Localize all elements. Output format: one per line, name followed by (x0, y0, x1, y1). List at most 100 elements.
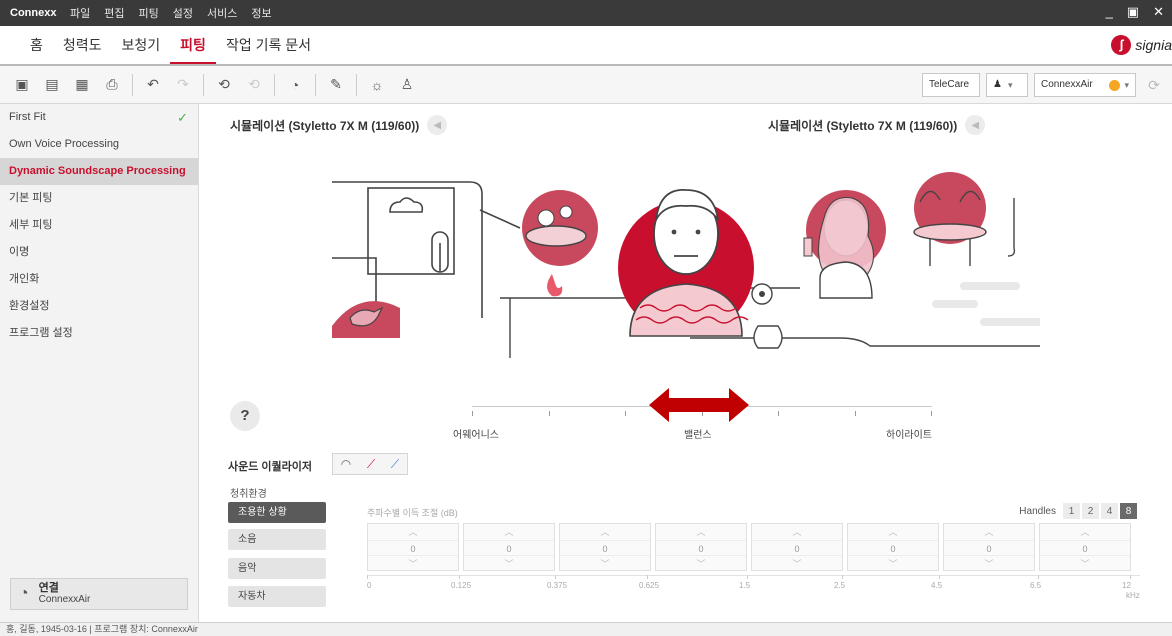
status-bar: 홍, 길동, 1945-03-16 | 프로그램 장치: ConnexxAir (0, 622, 1172, 636)
sidebar-item-tinnitus[interactable]: 이명 (0, 239, 198, 266)
checkmark-icon: ✓ (177, 110, 188, 125)
sidebar-item-environment[interactable]: 환경설정 (0, 293, 198, 320)
gain-control: ︿ 0 ﹀ (751, 523, 843, 571)
increase-gain-icon[interactable]: ︿ (752, 524, 842, 540)
speaker-icon[interactable]: ◀ (965, 115, 986, 135)
toolbar: ▣ ▤ ▦ ⎙ ↶ ↷ ⟲ ⟲ ◔ ✎ ☼ ♙ TeleCare ♟ ▾ Conn… (0, 66, 1172, 104)
sidebar-item-program-settings[interactable]: 프로그램 설정 (0, 320, 198, 347)
signia-logo-icon: ʃ (1111, 35, 1132, 55)
gain-value: 0 (368, 540, 458, 556)
lightbulb-icon[interactable]: ☼ (365, 73, 389, 97)
menu-fitting[interactable]: 피팅 (139, 5, 159, 21)
sidebar-item-first-fit[interactable]: First Fit ✓ (0, 104, 198, 131)
tab-fitting[interactable]: 피팅 (170, 26, 216, 64)
gain-control: ︿ 0 ﹀ (1039, 523, 1131, 571)
decrease-gain-icon[interactable]: ﹀ (656, 556, 746, 572)
gain-value: 0 (944, 540, 1034, 556)
menu-info[interactable]: 정보 (251, 5, 271, 21)
tab-documentation[interactable]: 작업 기록 문서 (216, 26, 321, 64)
increase-gain-icon[interactable]: ︿ (848, 524, 938, 540)
save-icon[interactable]: ▦ (70, 73, 94, 97)
undo-icon[interactable]: ↶ (141, 73, 165, 97)
increase-gain-icon[interactable]: ︿ (560, 524, 650, 540)
tab-home[interactable]: 홈 (20, 26, 53, 64)
increase-gain-icon[interactable]: ︿ (464, 524, 554, 540)
decrease-gain-icon[interactable]: ﹀ (848, 556, 938, 572)
tab-audiogram[interactable]: 청력도 (53, 26, 112, 64)
curve-red-icon[interactable]: ⟋ (367, 457, 375, 472)
increase-gain-icon[interactable]: ︿ (1040, 524, 1130, 540)
env-noise-button[interactable]: 소음 (228, 529, 326, 550)
decrease-gain-icon[interactable]: ﹀ (944, 556, 1034, 572)
tab-hearing-aid[interactable]: 보청기 (112, 26, 171, 64)
menu-settings[interactable]: 설정 (173, 5, 193, 21)
document-icon[interactable]: ▤ (40, 73, 64, 97)
gain-control: ︿ 0 ﹀ (463, 523, 555, 571)
gain-value: 0 (848, 540, 938, 556)
sidebar-item-dynamic-soundscape[interactable]: Dynamic Soundscape Processing (0, 158, 198, 185)
curve-blue-icon[interactable]: ⟋ (391, 457, 399, 472)
frequency-label: 0.625 (639, 581, 660, 590)
device-selector[interactable]: ConnexxAir ▾ (1034, 73, 1136, 97)
gain-value: 0 (752, 540, 842, 556)
sidebar-item-fine-tuning[interactable]: 세부 피팅 (0, 212, 198, 239)
chevron-down-icon: ▾ (1124, 80, 1129, 90)
handles-1-button[interactable]: 1 (1062, 502, 1081, 520)
env-music-button[interactable]: 음악 (228, 558, 326, 579)
minimize-icon[interactable]: _ (1106, 4, 1113, 20)
frequency-label: 0 (367, 581, 372, 590)
patient-share-dropdown[interactable]: ♟ ▾ (986, 73, 1028, 97)
sidebar: First Fit ✓ Own Voice Processing Dynamic… (0, 104, 199, 622)
redo-icon[interactable]: ↷ (171, 73, 195, 97)
decrease-gain-icon[interactable]: ﹀ (752, 556, 842, 572)
env-quiet-button[interactable]: 조용한 상황 (228, 502, 326, 523)
speaker-icon[interactable]: ◀ (427, 115, 448, 135)
help-button[interactable]: ? (230, 401, 260, 431)
soundscape-illustration (332, 172, 1040, 358)
print-icon[interactable]: ⎙ (100, 73, 124, 97)
menu-service[interactable]: 서비스 (207, 5, 237, 21)
decrease-gain-icon[interactable]: ﹀ (560, 556, 650, 572)
handles-8-button[interactable]: 8 (1119, 502, 1138, 520)
connect-title: 연결 (38, 582, 59, 594)
increase-gain-icon[interactable]: ︿ (368, 524, 458, 540)
sidebar-item-own-voice[interactable]: Own Voice Processing (0, 131, 198, 158)
gain-value: 0 (1040, 540, 1130, 556)
env-car-button[interactable]: 자동차 (228, 586, 326, 607)
decrease-gain-icon[interactable]: ﹀ (464, 556, 554, 572)
ear-icon[interactable]: ◠ (341, 457, 351, 471)
gain-control: ︿ 0 ﹀ (943, 523, 1035, 571)
menu-edit[interactable]: 편집 (104, 5, 124, 21)
refresh-icon[interactable]: ⟳ (1142, 73, 1166, 97)
restore-icon[interactable]: ▣ (1127, 4, 1139, 20)
handles-4-button[interactable]: 4 (1100, 502, 1119, 520)
frequency-label: 4.5 (931, 581, 943, 590)
increase-gain-icon[interactable]: ︿ (656, 524, 746, 540)
report-icon[interactable]: ▣ (10, 73, 34, 97)
frequency-label: 2.5 (834, 581, 846, 590)
frequency-axis (367, 575, 1140, 576)
frequency-label: 0.375 (547, 581, 568, 590)
hearing-aid-connect-icon: ◔ (19, 585, 29, 602)
user-icon[interactable]: ♙ (395, 73, 419, 97)
connect-button[interactable]: ◔ 연결 ConnexxAir (10, 578, 188, 610)
handles-2-button[interactable]: 2 (1081, 502, 1100, 520)
frequency-label: 0.125 (451, 581, 472, 590)
sidebar-item-basic-fitting[interactable]: 기본 피팅 (0, 185, 198, 212)
frequency-unit: kHz (1126, 591, 1140, 600)
menu-file[interactable]: 파일 (70, 5, 90, 21)
hearing-aid-connect-icon[interactable]: ◔ (283, 73, 307, 97)
sync-disabled-icon[interactable]: ⟲ (242, 73, 266, 97)
chevron-down-icon: ▾ (1007, 80, 1013, 90)
close-icon[interactable]: ✕ (1153, 4, 1164, 20)
telecare-button[interactable]: TeleCare (922, 73, 980, 97)
slider-handle-arrow-icon[interactable] (649, 388, 749, 422)
wrench-icon[interactable]: ✎ (324, 73, 348, 97)
decrease-gain-icon[interactable]: ﹀ (368, 556, 458, 572)
frequency-label: 12 (1122, 581, 1131, 590)
sidebar-item-personalization[interactable]: 개인화 (0, 266, 198, 293)
increase-gain-icon[interactable]: ︿ (944, 524, 1034, 540)
sync-icon[interactable]: ⟲ (212, 73, 236, 97)
decrease-gain-icon[interactable]: ﹀ (1040, 556, 1130, 572)
handles-selector: Handles 1 2 4 8 (1019, 502, 1138, 520)
